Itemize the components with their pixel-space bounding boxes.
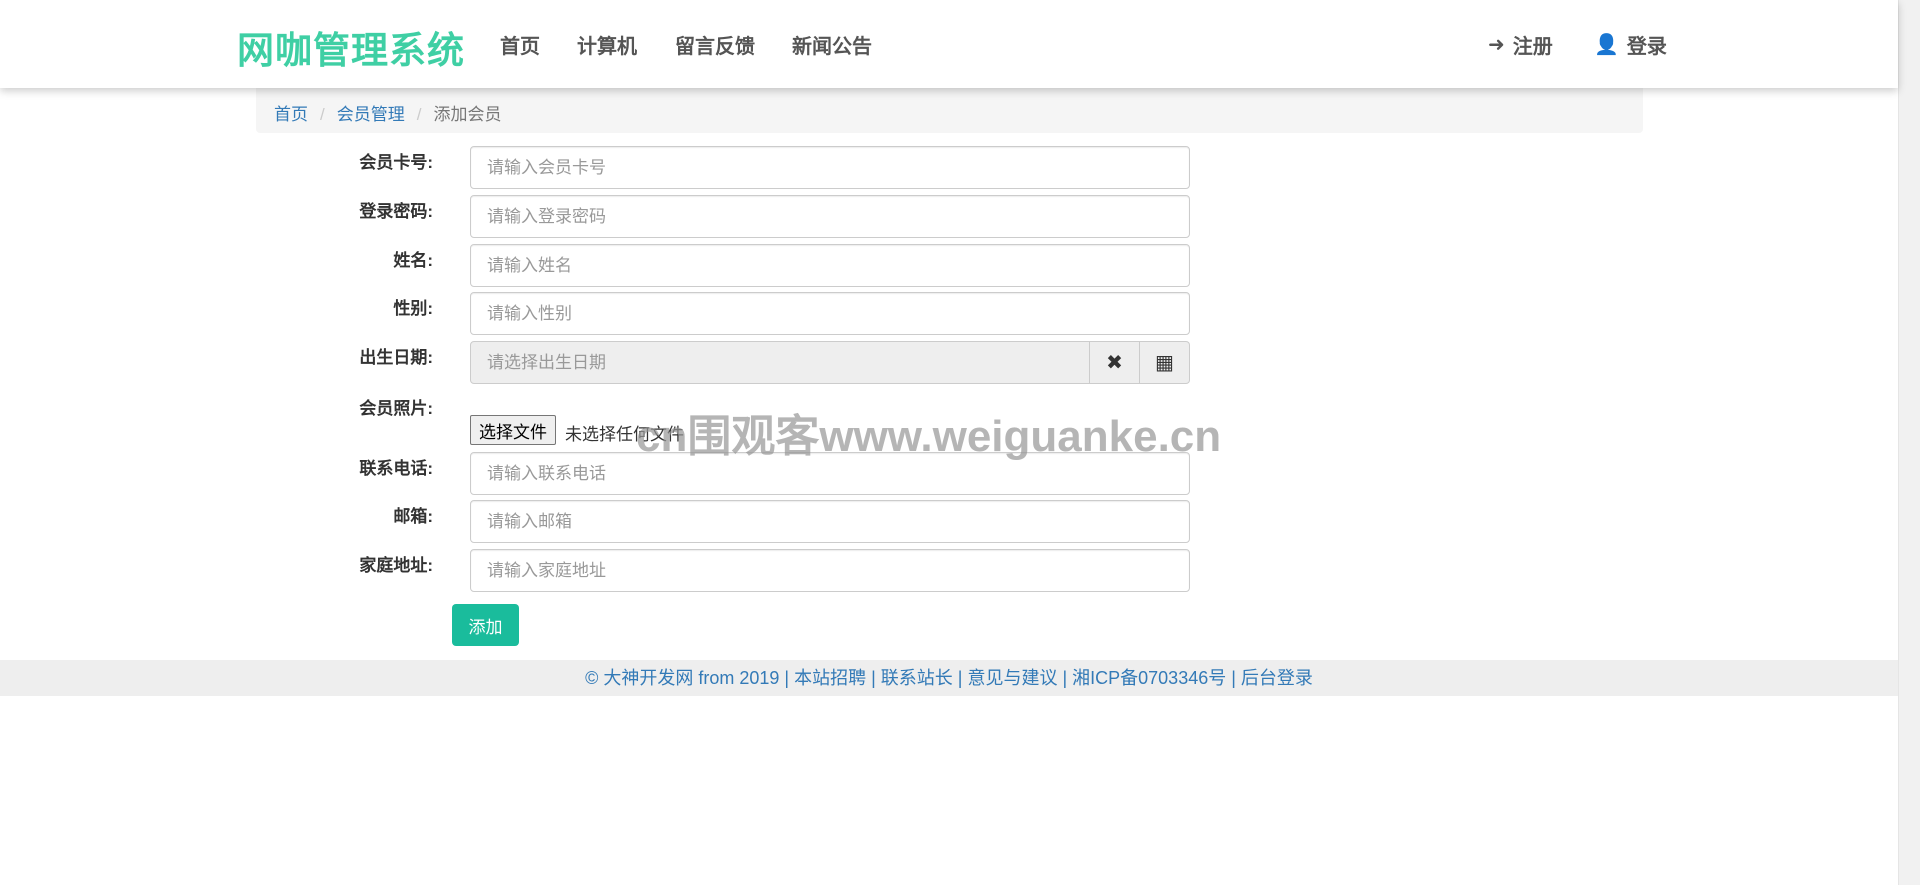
card-number-input[interactable] bbox=[470, 146, 1190, 189]
breadcrumb: 首页 / 会员管理 / 添加会员 bbox=[256, 88, 1643, 133]
photo-label: 会员照片: bbox=[359, 399, 433, 418]
footer-link-contact[interactable]: 联系站长 bbox=[881, 668, 953, 688]
email-label: 邮箱: bbox=[393, 507, 433, 526]
navbar: 网咖管理系统 首页 计算机 留言反馈 新闻公告 ➜ 注册 👤 登录 bbox=[0, 0, 1898, 88]
password-input[interactable] bbox=[470, 195, 1190, 238]
footer-link-admin-login[interactable]: 后台登录 bbox=[1241, 668, 1313, 688]
clear-date-icon[interactable]: ✖ bbox=[1090, 341, 1140, 384]
footer-separator: | bbox=[1226, 668, 1241, 688]
card-label: 会员卡号: bbox=[359, 153, 433, 172]
sign-in-icon: ➜ bbox=[1488, 34, 1505, 56]
phone-label: 联系电话: bbox=[359, 459, 433, 478]
birth-date-input[interactable] bbox=[470, 341, 1090, 384]
address-label: 家庭地址: bbox=[359, 556, 433, 575]
register-link[interactable]: ➜ 注册 bbox=[1488, 30, 1553, 59]
address-input[interactable] bbox=[470, 549, 1190, 592]
phone-input[interactable] bbox=[470, 452, 1190, 495]
register-label: 注册 bbox=[1512, 36, 1553, 58]
user-icon: 👤 bbox=[1594, 34, 1619, 56]
gender-input[interactable] bbox=[470, 292, 1190, 335]
breadcrumb-separator: / bbox=[416, 105, 422, 124]
file-status: 未选择任何文件 bbox=[565, 425, 684, 444]
nav-news[interactable]: 新闻公告 bbox=[792, 30, 872, 59]
password-label: 登录密码: bbox=[359, 202, 433, 221]
calendar-icon[interactable]: ▦ bbox=[1140, 341, 1190, 384]
breadcrumb-home[interactable]: 首页 bbox=[274, 105, 308, 124]
name-input[interactable] bbox=[470, 244, 1190, 287]
footer-link-jobs[interactable]: 本站招聘 bbox=[794, 668, 866, 688]
add-button[interactable]: 添加 bbox=[452, 604, 519, 646]
gender-label: 性别: bbox=[393, 299, 433, 318]
birth-label: 出生日期: bbox=[359, 348, 433, 367]
brand-logo[interactable]: 网咖管理系统 bbox=[237, 20, 465, 74]
nav-home[interactable]: 首页 bbox=[500, 30, 540, 59]
login-link[interactable]: 👤 登录 bbox=[1594, 30, 1667, 59]
breadcrumb-current: 添加会员 bbox=[433, 105, 502, 124]
scrollbar[interactable] bbox=[1898, 0, 1920, 885]
name-label: 姓名: bbox=[393, 251, 433, 270]
nav-feedback[interactable]: 留言反馈 bbox=[675, 30, 755, 59]
footer: © 大神开发网 from 2019 | 本站招聘 | 联系站长 | 意见与建议 … bbox=[0, 660, 1898, 696]
email-input[interactable] bbox=[470, 500, 1190, 543]
footer-copyright: © 大神开发网 from 2019 bbox=[585, 668, 780, 688]
footer-separator: | bbox=[779, 668, 795, 688]
birth-date-picker: ✖ ▦ bbox=[470, 341, 1190, 384]
login-label: 登录 bbox=[1626, 36, 1667, 58]
breadcrumb-member-management[interactable]: 会员管理 bbox=[337, 105, 405, 124]
choose-file-button[interactable]: 选择文件 bbox=[470, 415, 556, 445]
footer-separator: | bbox=[1057, 668, 1073, 688]
footer-separator: | bbox=[866, 668, 881, 688]
footer-separator: | bbox=[952, 668, 968, 688]
nav-computer[interactable]: 计算机 bbox=[577, 30, 637, 59]
footer-link-suggestions[interactable]: 意见与建议 bbox=[967, 668, 1057, 688]
footer-link-icp[interactable]: 湘ICP备0703346号 bbox=[1072, 668, 1226, 688]
breadcrumb-separator: / bbox=[320, 105, 325, 124]
